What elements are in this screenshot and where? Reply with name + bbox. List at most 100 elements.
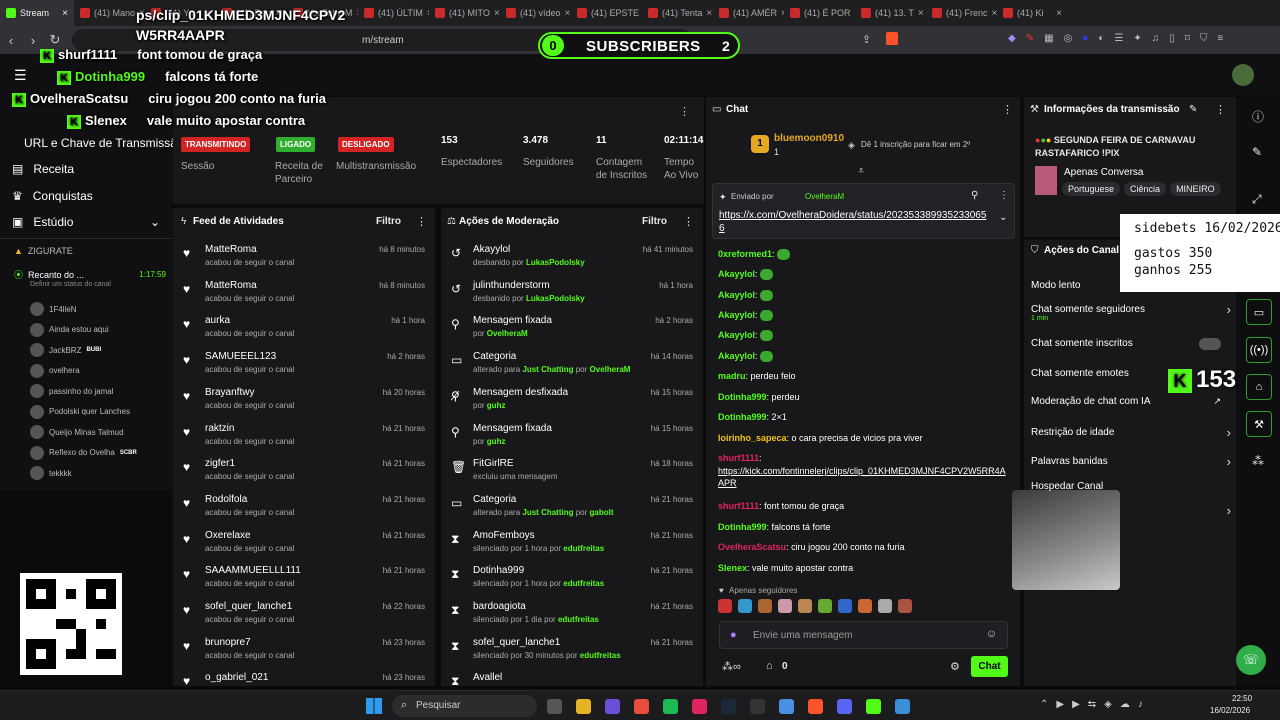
list-item[interactable]: ♥ SAMUEEEL123 acabou de seguir o canal há 2… (173, 349, 435, 385)
ext-icon-8[interactable]: ✦ (1133, 33, 1141, 44)
browser-tab[interactable]: (41) Mano × (74, 0, 145, 26)
close-icon[interactable]: × (494, 8, 500, 19)
chevron-down-icon[interactable]: ⌄ (999, 212, 1007, 223)
chat-username[interactable]: Akayylol (718, 269, 755, 279)
channel-entry[interactable]: Queijo Minas Talmud (30, 425, 124, 439)
chat-username[interactable]: madru (718, 371, 746, 381)
avatar[interactable] (1232, 64, 1254, 86)
emote-icon[interactable] (778, 599, 792, 613)
infinity-icon[interactable]: ⁂∞ (722, 660, 741, 673)
chat-username[interactable]: 0xreformed1 (718, 249, 772, 259)
hamburger-icon[interactable]: ☰ (14, 67, 27, 84)
list-item[interactable]: ⧗ Avallel (441, 670, 703, 686)
chat-username[interactable]: shurf1111 (718, 453, 759, 463)
channel-status[interactable]: Definir um status do canal (30, 281, 111, 288)
back-icon[interactable]: ‹ (0, 29, 22, 51)
list-item[interactable]: ⧗ AmoFemboys silenciado por 1 hora por edu… (441, 528, 703, 564)
bookmark-icon[interactable]: ⌑ (1185, 33, 1190, 44)
mic-icon[interactable]: ● (730, 629, 737, 641)
chat-message[interactable]: loirinho_sapeca: o cara precisa de vicio… (718, 432, 1008, 444)
users-icon[interactable]: ⁂ (1252, 454, 1264, 468)
chat-message[interactable]: Akayylol: (718, 268, 1008, 281)
edit-icon[interactable]: ✎ (1189, 104, 1197, 115)
shield-icon[interactable]: ⛉ (1200, 33, 1208, 44)
list-item[interactable]: ♥ Brayanftwy acabou de seguir o canal há 20… (173, 385, 435, 421)
gift-sub-text[interactable]: Dê 1 inscrição para ficar em 2º (861, 140, 970, 149)
list-item[interactable]: ↺ Akayylol desbanido por LukasPodolsky há … (441, 242, 703, 278)
channel-action-row[interactable]: Modo lento (1031, 280, 1231, 291)
chat-rail-button[interactable]: ▭ (1246, 299, 1272, 325)
broadcast-rail-button[interactable]: ((•)) (1246, 337, 1272, 363)
store-rail-button[interactable]: ⌂ (1246, 374, 1272, 400)
browser-tab[interactable]: (41) AMÉR × (713, 0, 784, 26)
top-gifter-name[interactable]: bluemoon0910 (774, 133, 844, 144)
pinned-message[interactable]: ✦ Enviado por OvelheraM ⚲ ⋮ https://x.co… (712, 183, 1015, 239)
channel-entry[interactable]: Reflexo do Ovelha SCBR (30, 445, 137, 460)
chat-message[interactable]: Dotinha999: 2×1 (718, 411, 1008, 423)
chat-username[interactable]: Slenex (718, 563, 747, 573)
chat-username[interactable]: Dotinha999 (718, 412, 767, 422)
support-icon[interactable]: ☏ (1236, 645, 1266, 675)
obs-icon[interactable] (750, 699, 765, 714)
list-item[interactable]: ⧗ sofel_quer_lanche1 silenciado por 30 min… (441, 635, 703, 671)
chat-input[interactable]: ● Envie uma mensagem ☺ (719, 621, 1008, 649)
ext-icon-3[interactable]: ▦ (1044, 33, 1053, 44)
browser-tab[interactable]: (41) ÚLTIM× (358, 0, 429, 26)
ext-icon-5[interactable]: ● (1082, 33, 1088, 44)
browser-tab[interactable]: (41) EPSTE× (571, 0, 642, 26)
channel-action-row[interactable]: Moderação de chat com IA ↗ (1031, 396, 1231, 407)
chat-username[interactable]: OvelheraScatsu (718, 542, 786, 552)
channel-action-row[interactable]: Chat somente seguidores 1 min › (1031, 302, 1231, 322)
emote-icon[interactable] (858, 599, 872, 613)
chat-message[interactable]: Akayylol: (718, 350, 1008, 363)
emote-icon[interactable] (898, 599, 912, 613)
sidebar-item-estudio[interactable]: ▣ Estúdio ⌄ (12, 215, 160, 229)
expand-icon[interactable]: ⤢ (1252, 192, 1262, 207)
activity-filter-button[interactable]: Filtro (376, 216, 401, 227)
notepad-icon[interactable] (895, 699, 910, 714)
channel-entry[interactable]: JackBRZ BUBI (30, 343, 101, 357)
list-item[interactable]: ▭ Categoria alterado para Just Chatting po… (441, 492, 703, 528)
chat-username[interactable]: Akayylol (718, 330, 755, 340)
close-icon[interactable]: × (62, 8, 68, 19)
ext-icon-6[interactable]: ◐ (1098, 33, 1104, 44)
list-item[interactable]: ♥ sofel_quer_lanche1 acabou de seguir o ca… (173, 599, 435, 635)
chat-username[interactable]: loirinho_sapeca (718, 433, 787, 443)
sidebar-item-url-key[interactable]: URL e Chave de Transmissão (12, 136, 184, 150)
kick-app-icon[interactable] (866, 699, 881, 714)
pencil-icon[interactable]: ✎ (1252, 145, 1262, 159)
emote-icon[interactable] (818, 599, 832, 613)
emote-icon[interactable] (878, 599, 892, 613)
chat-username[interactable]: Akayylol (718, 351, 755, 361)
chrome-icon[interactable] (634, 699, 649, 714)
chat-username[interactable]: shurf1111 (718, 501, 759, 511)
sidebar-item-receita[interactable]: ▤ Receita (12, 162, 74, 176)
chat-message[interactable]: OvelheraScatsu: ciru jogou 200 conto na … (718, 541, 1008, 553)
ext-icon-7[interactable]: ☰ (1114, 33, 1123, 44)
channel-entry[interactable]: Ainda estou aqui (30, 322, 109, 337)
chat-settings-icon[interactable]: ⚙ (950, 660, 960, 673)
sidebar-toggle-icon[interactable]: ▯ (1169, 33, 1175, 44)
toggle-switch[interactable] (1199, 338, 1221, 350)
stream-tag[interactable]: MINEIRO (1170, 182, 1221, 196)
channel-entry[interactable]: ▲ ZIGURATE (14, 246, 73, 256)
close-icon[interactable]: × (918, 8, 924, 19)
stream-tag[interactable]: Ciência (1124, 182, 1167, 196)
emote-icon[interactable] (838, 599, 852, 613)
emoji-icon[interactable]: ☺ (986, 628, 997, 640)
channel-action-row[interactable]: Palavras banidas › (1031, 454, 1231, 469)
stream-category[interactable]: Apenas Conversa (1064, 167, 1144, 178)
discord-icon[interactable] (837, 699, 852, 714)
moderation-filter-button[interactable]: Filtro (642, 216, 667, 227)
list-item[interactable]: ↺ julinthunderstorm desbanido por LukasPod… (441, 278, 703, 314)
chat-message[interactable]: madru: perdeu feio (718, 370, 1008, 382)
chat-send-button[interactable]: Chat (971, 656, 1008, 677)
moderation-menu-icon[interactable]: ⋮ (683, 215, 694, 228)
menu-icon[interactable]: ≡ (1217, 33, 1223, 44)
channel-entry[interactable]: Podolski quer Lanches (30, 404, 130, 419)
channel-entry[interactable]: ovelhera (30, 363, 80, 378)
ext-icon-2[interactable]: ✎ (1026, 33, 1034, 44)
emote-icon[interactable] (798, 599, 812, 613)
brave-shield-icon[interactable] (886, 32, 898, 45)
browser-tab[interactable]: (41) Tenta × (642, 0, 713, 26)
